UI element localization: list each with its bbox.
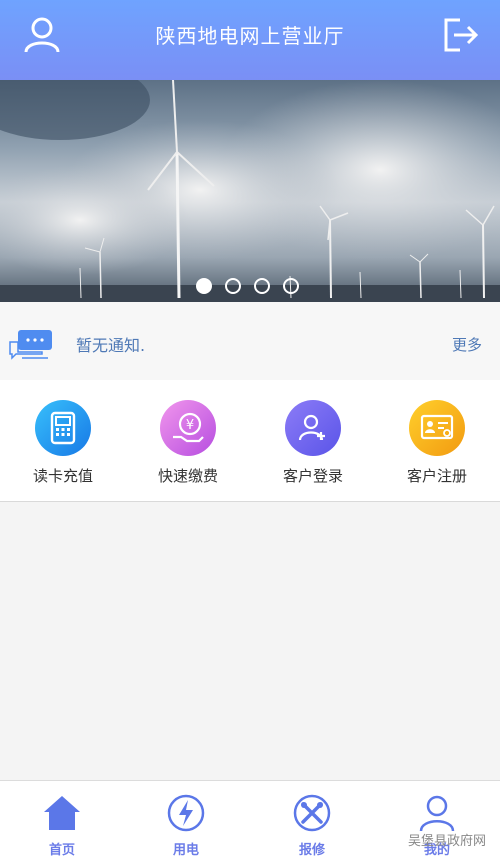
- top-header: 陕西地电网上营业厅: [0, 0, 500, 80]
- menu-item-customer-register[interactable]: 客户注册: [382, 400, 492, 486]
- menu-item-label: 快速缴费: [157, 467, 218, 485]
- svg-text:¥: ¥: [186, 418, 194, 433]
- user-icon: [419, 795, 455, 832]
- menu-item-label: 读卡充值: [32, 467, 93, 485]
- notice-text: 暂无通知.: [76, 336, 146, 355]
- logout-icon[interactable]: [442, 16, 480, 54]
- wind-turbine-image: [0, 80, 500, 302]
- watermark-text: 吴堡县政府网: [407, 834, 486, 849]
- menu-item-label: 客户登录: [282, 467, 343, 485]
- menu-item-quick-pay[interactable]: ¥ 快速缴费: [133, 400, 243, 486]
- notice-bar: 暂无通知. 更多: [0, 302, 500, 380]
- more-link[interactable]: 更多: [452, 334, 482, 355]
- carousel-dot[interactable]: [196, 278, 212, 294]
- page-title: 陕西地电网上营业厅: [155, 24, 345, 48]
- yuan-payment-icon: ¥: [160, 400, 216, 456]
- quick-menu: 读卡充值 ¥ 快速缴费 客户登录 客户注册: [0, 380, 500, 502]
- menu-item-card-recharge[interactable]: 读卡充值: [8, 400, 118, 486]
- nav-label: 报修: [298, 843, 325, 858]
- chat-bubble-icon: [9, 330, 52, 360]
- carousel-dot[interactable]: [254, 278, 270, 294]
- repair-tools-icon: [293, 794, 331, 832]
- card-reader-icon: [35, 400, 91, 456]
- carousel-dot[interactable]: [283, 278, 299, 294]
- banner-carousel[interactable]: [0, 80, 500, 302]
- home-icon: [44, 796, 80, 830]
- nav-label: 用电: [172, 843, 199, 858]
- nav-item-home[interactable]: 首页: [17, 793, 107, 858]
- lightning-icon: [167, 794, 205, 832]
- menu-item-customer-login[interactable]: 客户登录: [258, 400, 368, 486]
- nav-item-repair[interactable]: 报修: [267, 793, 357, 858]
- nav-label: 首页: [48, 843, 75, 858]
- carousel-indicators: [196, 278, 299, 294]
- user-add-icon: [285, 400, 341, 456]
- id-card-icon: [409, 400, 465, 456]
- app-root: 陕西地电网上营业厅 暂无通知. 更多 读卡充值 ¥ 快速缴费 客户登录 客户注册…: [0, 0, 500, 861]
- nav-item-electricity[interactable]: 用电: [141, 793, 231, 858]
- carousel-dot[interactable]: [225, 278, 241, 294]
- menu-item-label: 客户注册: [406, 467, 467, 485]
